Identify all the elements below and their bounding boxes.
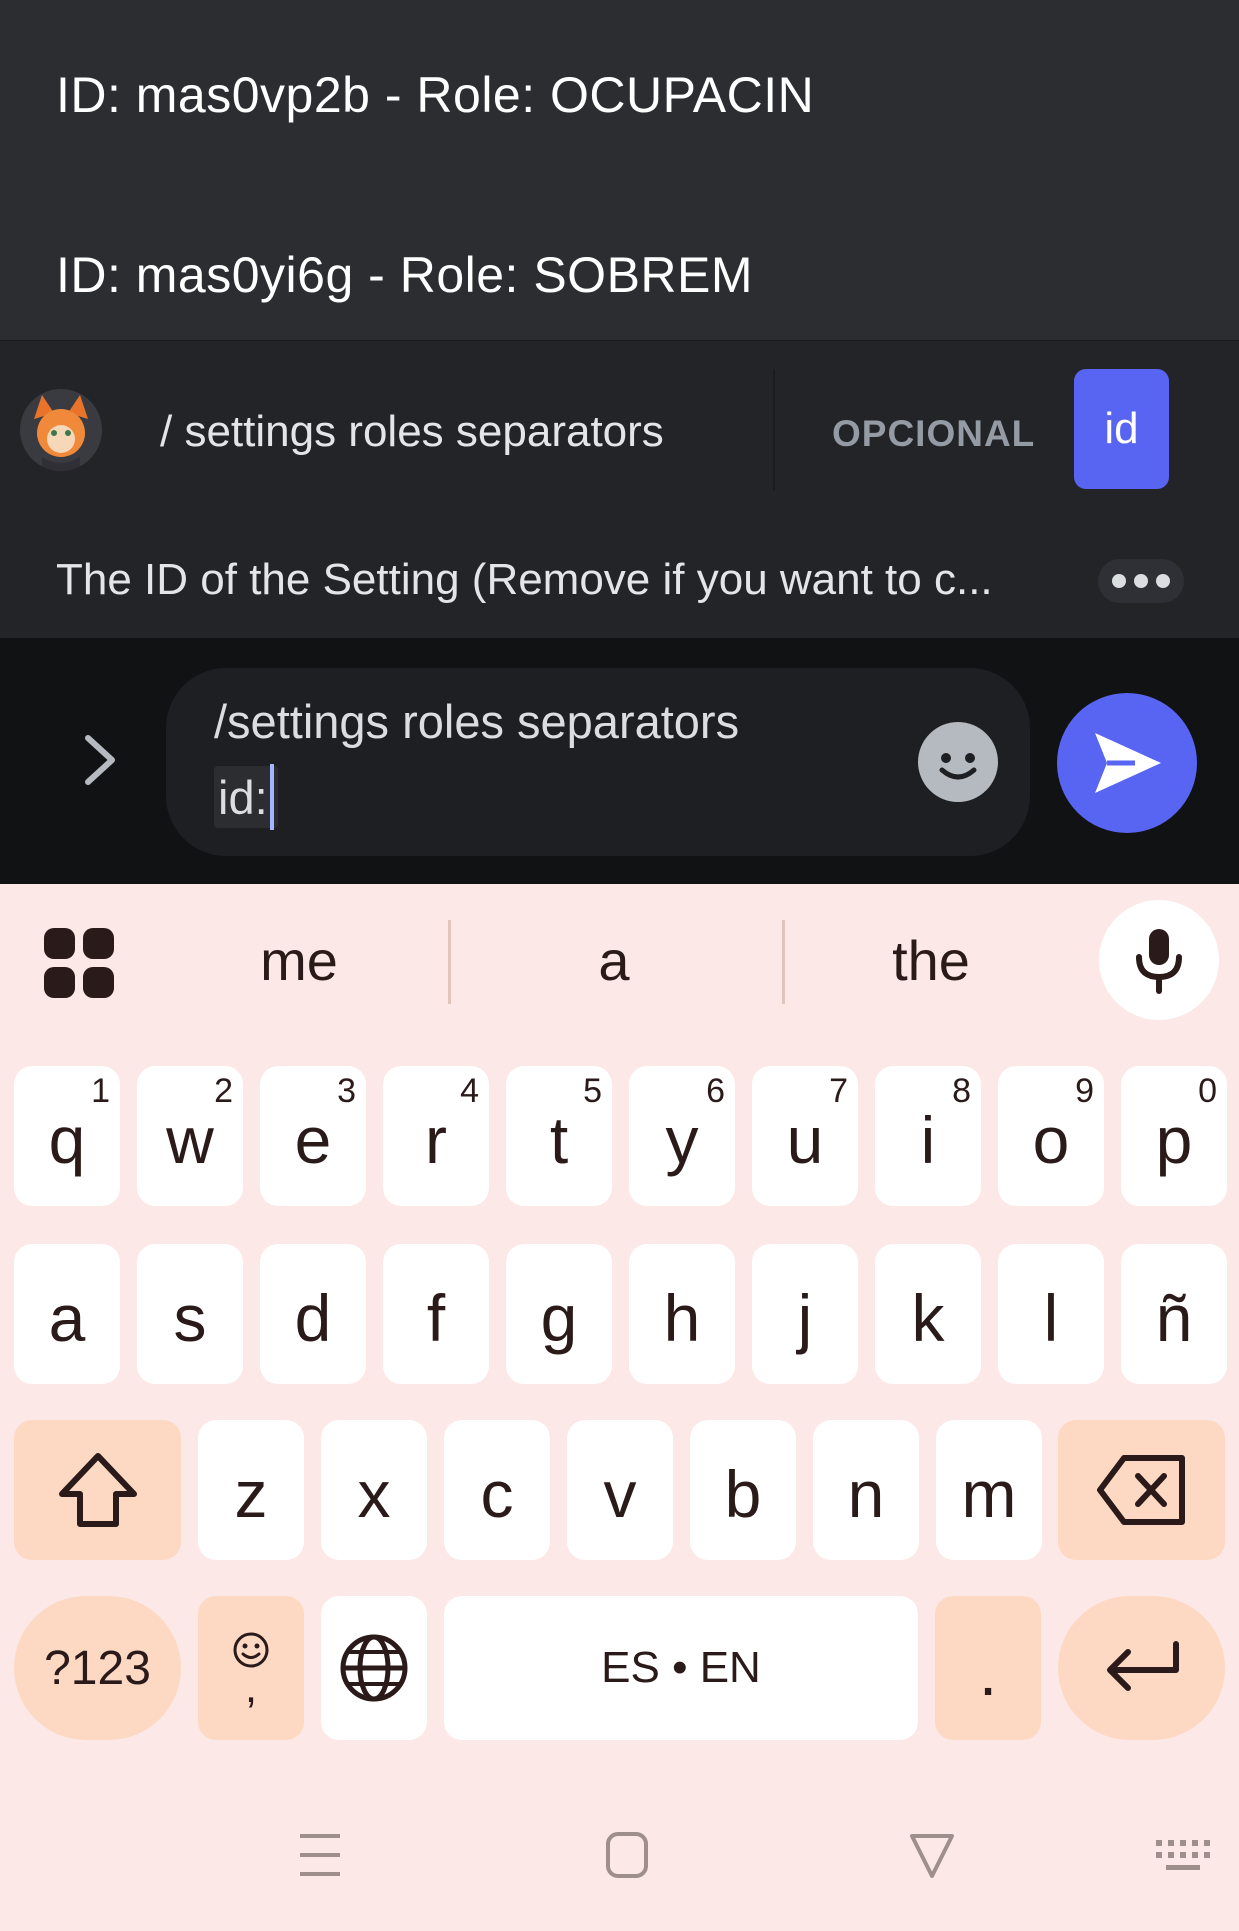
divider — [448, 920, 451, 1004]
backspace-icon — [1096, 1455, 1185, 1525]
key-p[interactable]: p0 — [1121, 1066, 1227, 1206]
key-a[interactable]: a — [14, 1244, 120, 1384]
key-l[interactable]: l — [998, 1244, 1104, 1384]
optional-label: OPCIONAL — [832, 413, 1036, 454]
option-chip-id[interactable]: id — [1074, 369, 1169, 489]
space-key[interactable]: ES • EN — [444, 1596, 918, 1740]
key-t[interactable]: t5 — [506, 1066, 612, 1206]
word-suggestion[interactable]: the — [781, 928, 1081, 993]
key-h[interactable]: h — [629, 1244, 735, 1384]
key-w[interactable]: w2 — [137, 1066, 243, 1206]
key-m[interactable]: m — [936, 1420, 1042, 1560]
divider — [773, 369, 775, 491]
suggestion-item[interactable]: ID: mas0vp2b - Role: OCUPACIN — [56, 66, 814, 124]
key-o[interactable]: o9 — [998, 1066, 1104, 1206]
chevron-right-icon[interactable] — [72, 730, 132, 790]
send-button[interactable] — [1057, 693, 1197, 833]
key-f[interactable]: f — [383, 1244, 489, 1384]
key-n[interactable]: n — [813, 1420, 919, 1560]
enter-key[interactable] — [1058, 1596, 1225, 1740]
enter-icon — [1106, 1641, 1179, 1691]
key-j[interactable]: j — [752, 1244, 858, 1384]
key-z[interactable]: z — [198, 1420, 304, 1560]
key-k[interactable]: k — [875, 1244, 981, 1384]
key-b[interactable]: b — [690, 1420, 796, 1560]
key-v[interactable]: v — [567, 1420, 673, 1560]
bot-avatar — [20, 389, 102, 471]
emoji-icon[interactable] — [918, 722, 998, 802]
input-text-line2: id: — [214, 764, 278, 830]
more-options-button[interactable] — [1098, 559, 1184, 603]
shift-key[interactable] — [14, 1420, 181, 1560]
key-i[interactable]: i8 — [875, 1066, 981, 1206]
on-screen-keyboard: me a the q1 w2 e3 r4 t5 y6 u7 i8 o9 p0 a… — [0, 884, 1239, 1931]
key-d[interactable]: d — [260, 1244, 366, 1384]
input-option-token: id: — [218, 770, 268, 824]
keyboard-switch-icon[interactable] — [1154, 1838, 1214, 1874]
input-text-line1: /settings roles separators — [214, 695, 740, 748]
autocomplete-list: ID: mas0vp2b - Role: OCUPACIN ID: mas0yi… — [0, 0, 1239, 340]
key-s[interactable]: s — [137, 1244, 243, 1384]
key-y[interactable]: y6 — [629, 1066, 735, 1206]
period-key[interactable]: . — [935, 1596, 1041, 1740]
key-u[interactable]: u7 — [752, 1066, 858, 1206]
key-x[interactable]: x — [321, 1420, 427, 1560]
message-input[interactable]: /settings roles separators id: — [166, 668, 1030, 856]
system-navigation-bar — [0, 1780, 1239, 1931]
emoji-comma-key[interactable]: , — [198, 1596, 304, 1740]
key-q[interactable]: q1 — [14, 1066, 120, 1206]
key-r[interactable]: r4 — [383, 1066, 489, 1206]
globe-icon — [340, 1634, 408, 1702]
language-key[interactable] — [321, 1596, 427, 1740]
backspace-key[interactable] — [1058, 1420, 1225, 1560]
home-icon[interactable] — [604, 1830, 650, 1880]
keyboard-suggestion-bar: me a the — [0, 884, 1239, 1044]
more-dot-icon — [1134, 574, 1148, 588]
message-input-bar: /settings roles separators id: — [0, 638, 1239, 884]
more-dot-icon — [1112, 574, 1126, 588]
command-option-panel: / settings roles separators OPCIONAL id … — [0, 340, 1239, 638]
shift-icon — [58, 1453, 137, 1527]
recent-apps-icon[interactable] — [296, 1830, 344, 1880]
text-caret — [269, 764, 274, 830]
send-icon — [1095, 733, 1161, 793]
back-icon[interactable] — [908, 1830, 956, 1880]
key-n-tilde[interactable]: ñ — [1121, 1244, 1227, 1384]
command-name: / settings roles separators — [160, 407, 664, 456]
word-suggestion[interactable]: a — [464, 928, 764, 993]
word-suggestion[interactable]: me — [149, 928, 449, 993]
key-g[interactable]: g — [506, 1244, 612, 1384]
microphone-icon[interactable] — [1099, 900, 1219, 1020]
key-e[interactable]: e3 — [260, 1066, 366, 1206]
suggestion-item[interactable]: ID: mas0yi6g - Role: SOBREM — [56, 246, 753, 304]
option-description: The ID of the Setting (Remove if you wan… — [56, 555, 993, 604]
key-c[interactable]: c — [444, 1420, 550, 1560]
symbols-key[interactable]: ?123 — [14, 1596, 181, 1740]
more-dot-icon — [1156, 574, 1170, 588]
apps-grid-icon[interactable] — [44, 928, 114, 998]
